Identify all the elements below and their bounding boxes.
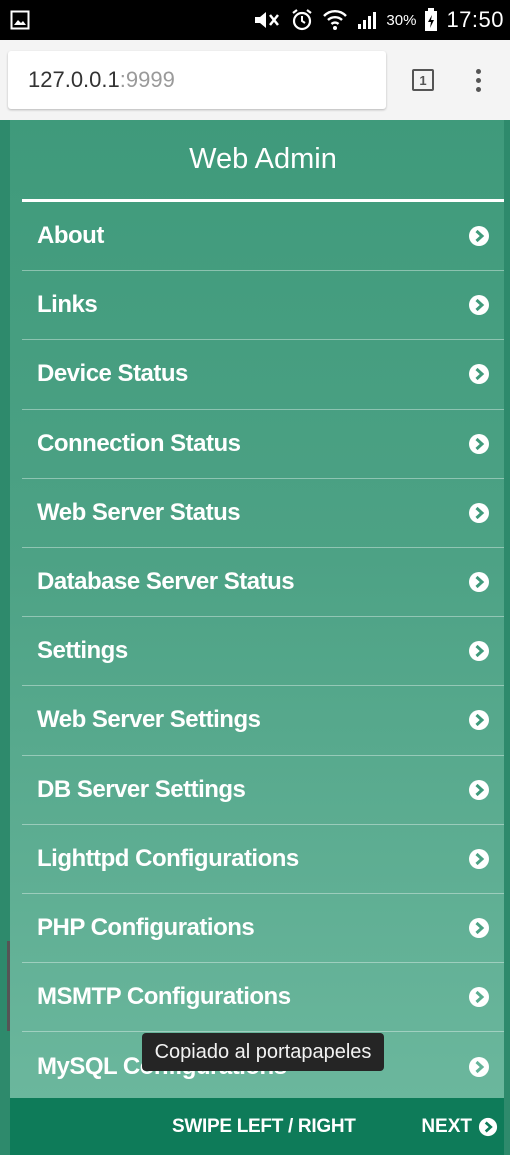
menu-item-label: About [37,222,104,250]
page-title: Web Admin [22,120,504,202]
chevron-right-circle-icon [468,294,490,316]
chevron-right-circle-icon [468,709,490,731]
alarm-icon [290,8,314,32]
menu-item-web-server-settings[interactable]: Web Server Settings [22,686,504,756]
chevron-right-circle-icon [468,225,490,247]
tabs-button[interactable]: 1 [412,69,434,91]
battery-percent: 30% [386,11,417,29]
url-bar[interactable]: 127.0.0.1:9999 [8,51,386,109]
chevron-right-circle-icon [468,363,490,385]
image-icon [10,10,30,30]
chevron-right-circle-icon [468,640,490,662]
status-bar: 30% 17:50 [0,0,510,40]
swipe-hint: SWIPE LEFT / RIGHT [172,1115,356,1137]
menu-item-label: Lighttpd Configurations [37,844,299,872]
menu-item-label: Web Server Status [37,498,241,526]
mute-icon [252,9,282,31]
menu-panel: Web Admin About Links Device Status Conn… [10,120,504,1098]
scroll-edge-indicator [7,941,10,1031]
menu-list: About Links Device Status Connection Sta… [22,202,504,1101]
menu-item-database-server-status[interactable]: Database Server Status [22,548,504,618]
menu-item-label: Settings [37,637,128,665]
browser-toolbar: 127.0.0.1:9999 1 [0,40,510,120]
menu-item-db-server-settings[interactable]: DB Server Settings [22,756,504,825]
chevron-right-circle-icon [468,433,490,455]
chevron-right-circle-icon [478,1117,498,1137]
chevron-right-circle-icon [468,917,490,939]
chevron-right-circle-icon [468,848,490,870]
toast-message: Copiado al portapapeles [142,1033,384,1071]
chevron-right-circle-icon [468,1056,490,1078]
status-right: 30% 17:50 [252,7,504,33]
menu-item-label: DB Server Settings [37,775,246,803]
menu-item-label: Links [37,291,98,319]
menu-item-connection-status[interactable]: Connection Status [22,410,504,479]
menu-item-label: MSMTP Configurations [37,983,291,1011]
battery-icon [424,8,438,32]
menu-item-label: Connection Status [37,429,241,457]
status-time: 17:50 [446,7,504,32]
menu-item-settings[interactable]: Settings [22,617,504,687]
menu-item-label: Database Server Status [37,568,295,596]
menu-item-device-status[interactable]: Device Status [22,340,504,410]
wifi-icon [322,8,348,32]
chevron-right-circle-icon [468,779,490,801]
menu-item-links[interactable]: Links [22,271,504,341]
overflow-menu-icon[interactable] [468,65,488,95]
menu-item-lighttpd-configurations[interactable]: Lighttpd Configurations [22,825,504,894]
footer-bar: SWIPE LEFT / RIGHT NEXT [10,1098,504,1155]
menu-item-msmtp-configurations[interactable]: MSMTP Configurations [22,963,504,1033]
chevron-right-circle-icon [468,571,490,593]
menu-item-about[interactable]: About [22,202,504,272]
chevron-right-circle-icon [468,986,490,1008]
menu-item-label: PHP Configurations [37,913,255,941]
next-button[interactable]: NEXT [421,1098,498,1155]
next-label: NEXT [421,1115,472,1137]
url-host: 127.0.0.1 [28,67,120,92]
url-port: :9999 [119,67,175,92]
signal-icon [356,9,378,31]
status-left [10,10,30,30]
menu-item-label: Web Server Settings [37,706,261,734]
menu-item-web-server-status[interactable]: Web Server Status [22,479,504,548]
chevron-right-circle-icon [468,502,490,524]
menu-item-label: Device Status [37,360,188,388]
web-admin-page: Web Admin About Links Device Status Conn… [0,120,510,1155]
menu-item-php-configurations[interactable]: PHP Configurations [22,894,504,964]
